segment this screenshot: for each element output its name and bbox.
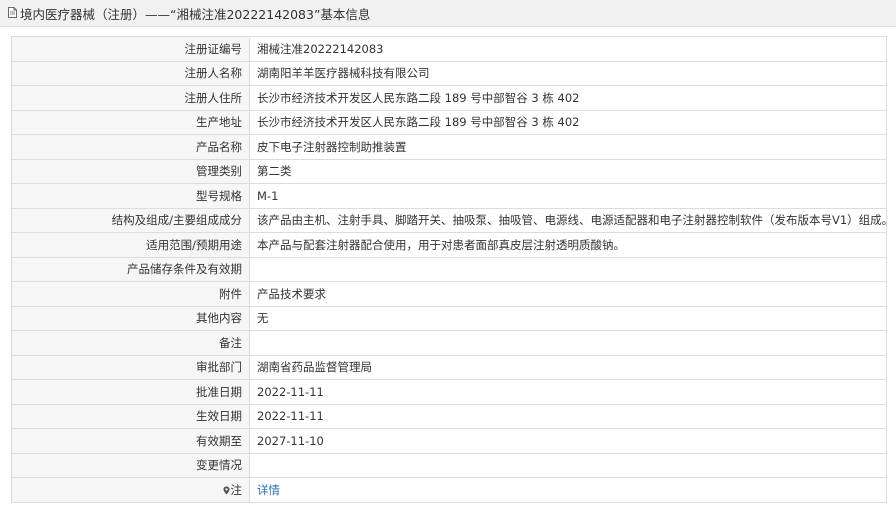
row-value: 2022-11-11 xyxy=(249,403,887,429)
row-label: 生产地址 xyxy=(11,109,250,135)
note-label: 注 xyxy=(230,482,243,497)
row-label: 备注 xyxy=(11,330,250,356)
row-label: 其他内容 xyxy=(11,305,250,331)
row-value: 湘械注准20222142083 xyxy=(249,36,887,62)
row-value: 皮下电子注射器控制助推装置 xyxy=(249,134,887,160)
row-label: 适用范围/预期用途 xyxy=(11,232,250,258)
row-value: 湖南阳羊羊医疗器械科技有限公司 xyxy=(249,60,887,86)
row-label: 产品名称 xyxy=(11,134,250,160)
row-value xyxy=(249,256,887,282)
row-value: M-1 xyxy=(249,183,887,209)
row-label: 生效日期 xyxy=(11,403,250,429)
table-row: 产品名称 皮下电子注射器控制助推装置 xyxy=(11,134,887,160)
table-row: 型号规格 M-1 xyxy=(11,183,887,209)
row-value: 长沙市经济技术开发区人民东路二段 189 号中部智谷 3 栋 402 xyxy=(249,85,887,111)
detail-table: 注册证编号 湘械注准20222142083 注册人名称 湖南阳羊羊医疗器械科技有限公司… xyxy=(11,36,887,503)
table-row: 生效日期 2022-11-11 xyxy=(11,403,887,429)
table-row: 适用范围/预期用途 本产品与配套注射器配合使用，用于对患者面部真皮层注射透明质酸钠… xyxy=(11,232,887,258)
row-label: 批准日期 xyxy=(11,379,250,405)
table-row: 附件 产品技术要求 xyxy=(11,281,887,307)
table-row: 批准日期 2022-11-11 xyxy=(11,379,887,405)
row-value: 长沙市经济技术开发区人民东路二段 189 号中部智谷 3 栋 402 xyxy=(249,109,887,135)
table-row: 生产地址 长沙市经济技术开发区人民东路二段 189 号中部智谷 3 栋 402 xyxy=(11,109,887,135)
row-label: 附件 xyxy=(11,281,250,307)
table-row: 备注 xyxy=(11,330,887,356)
row-label: 注册人名称 xyxy=(11,60,250,86)
table-row: 管理类别 第二类 xyxy=(11,158,887,184)
row-label: 注册人住所 xyxy=(11,85,250,111)
row-value: 本产品与配套注射器配合使用，用于对患者面部真皮层注射透明质酸钠。 xyxy=(249,232,887,258)
row-value: 第二类 xyxy=(249,158,887,184)
table-row: 变更情况 xyxy=(11,452,887,478)
row-label: 管理类别 xyxy=(11,158,250,184)
row-label: 产品储存条件及有效期 xyxy=(11,256,250,282)
table-row: 注册人名称 湖南阳羊羊医疗器械科技有限公司 xyxy=(11,60,887,86)
row-value: 湖南省药品监督管理局 xyxy=(249,354,887,380)
row-value-note: 详情 xyxy=(249,477,887,503)
row-label: 型号规格 xyxy=(11,183,250,209)
pin-icon xyxy=(223,486,230,495)
row-value xyxy=(249,452,887,478)
row-label: 结构及组成/主要组成成分 xyxy=(11,207,250,233)
row-value: 无 xyxy=(249,305,887,331)
table-row: 注册证编号 湘械注准20222142083 xyxy=(11,36,887,62)
table-row: 结构及组成/主要组成成分 该产品由主机、注射手具、脚踏开关、抽吸泵、抽吸管、电源线… xyxy=(11,207,887,233)
table-row: 其他内容无 xyxy=(11,305,887,331)
row-label: 注册证编号 xyxy=(11,36,250,62)
row-value xyxy=(249,330,887,356)
details-link[interactable]: 详情 xyxy=(257,483,280,497)
row-label-note: 注 xyxy=(11,477,250,503)
table-row-note: 注详情 xyxy=(11,477,887,503)
row-value: 该产品由主机、注射手具、脚踏开关、抽吸泵、抽吸管、电源线、电源适配器和电子注射器… xyxy=(249,207,887,233)
table-row: 注册人住所 长沙市经济技术开发区人民东路二段 189 号中部智谷 3 栋 402 xyxy=(11,85,887,111)
table-row: 审批部门 湖南省药品监督管理局 xyxy=(11,354,887,380)
document-icon xyxy=(8,6,17,18)
row-value: 2022-11-11 xyxy=(249,379,887,405)
row-value: 产品技术要求 xyxy=(249,281,887,307)
row-label: 变更情况 xyxy=(11,452,250,478)
table-row: 产品储存条件及有效期 xyxy=(11,256,887,282)
row-value: 2027-11-10 xyxy=(249,428,887,454)
page-header: 境内医疗器械（注册）——“湘械注准20222142083”基本信息 xyxy=(0,0,896,27)
table-row: 有效期至 2027-11-10 xyxy=(11,428,887,454)
page-title: 境内医疗器械（注册）——“湘械注准20222142083”基本信息 xyxy=(20,6,371,22)
row-label: 有效期至 xyxy=(11,428,250,454)
row-label: 审批部门 xyxy=(11,354,250,380)
